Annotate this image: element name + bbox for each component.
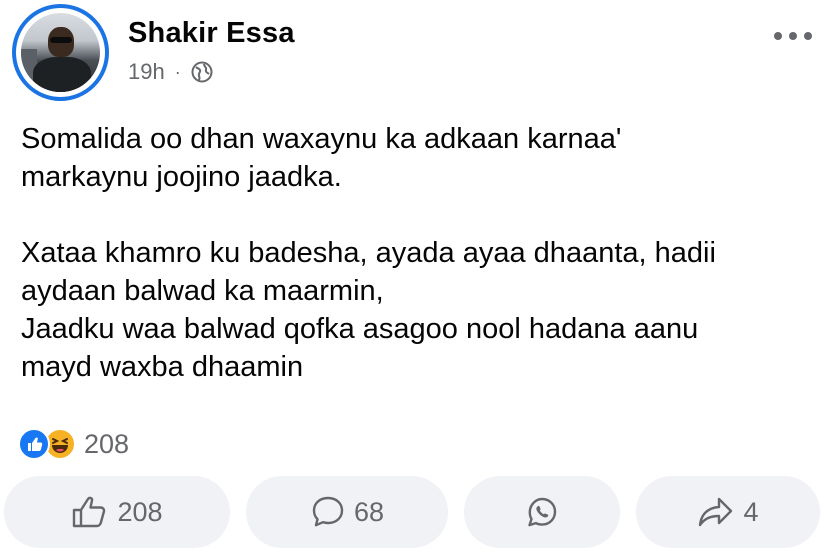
post-text-line: aydaan balwad ka maarmin, bbox=[21, 275, 384, 307]
post-meta: 19h · bbox=[128, 59, 213, 85]
avatar-body bbox=[33, 57, 91, 92]
whatsapp-icon bbox=[528, 497, 557, 527]
reaction-summary[interactable]: 208 bbox=[18, 428, 129, 460]
avatar-story-ring[interactable] bbox=[12, 4, 109, 101]
post-timestamp[interactable]: 19h bbox=[128, 59, 165, 85]
post-text-line: Jaadku waa balwad qofka asagoo nool hada… bbox=[21, 313, 699, 345]
like-button[interactable]: 208 bbox=[4, 476, 230, 548]
globe-icon[interactable] bbox=[191, 61, 213, 83]
more-options-button[interactable] bbox=[770, 26, 816, 46]
more-dot-icon bbox=[804, 32, 812, 40]
comment-count: 68 bbox=[353, 496, 385, 527]
post-body: Somalida oo dhan waxaynu ka adkaan karna… bbox=[21, 120, 811, 386]
author-name[interactable]: Shakir Essa bbox=[128, 17, 295, 50]
post-text-line: Somalida oo dhan waxaynu ka adkaan karna… bbox=[21, 123, 622, 155]
comment-icon bbox=[312, 496, 344, 527]
post-text-line: Xataa khamro ku badesha, ayada ayaa dhaa… bbox=[21, 237, 716, 269]
avatar[interactable] bbox=[21, 13, 100, 92]
share-arrow-icon bbox=[699, 497, 733, 527]
action-bar: 208 68 4 bbox=[0, 476, 828, 548]
avatar-sunglasses bbox=[50, 37, 72, 43]
whatsapp-share-button[interactable] bbox=[464, 476, 620, 548]
post-text-line: markaynu joojino jaadka. bbox=[21, 161, 342, 193]
more-dot-icon bbox=[789, 32, 797, 40]
reaction-count[interactable]: 208 bbox=[84, 429, 129, 460]
post-text-line: mayd waxba dhaamin bbox=[21, 351, 304, 383]
thumbs-up-icon bbox=[73, 496, 106, 528]
comment-button[interactable]: 68 bbox=[246, 476, 448, 548]
like-reaction-icon bbox=[18, 428, 50, 460]
meta-separator: · bbox=[174, 61, 181, 82]
like-count: 208 bbox=[117, 496, 163, 527]
more-dot-icon bbox=[774, 32, 782, 40]
share-count: 4 bbox=[743, 496, 759, 527]
share-button[interactable]: 4 bbox=[636, 476, 820, 548]
